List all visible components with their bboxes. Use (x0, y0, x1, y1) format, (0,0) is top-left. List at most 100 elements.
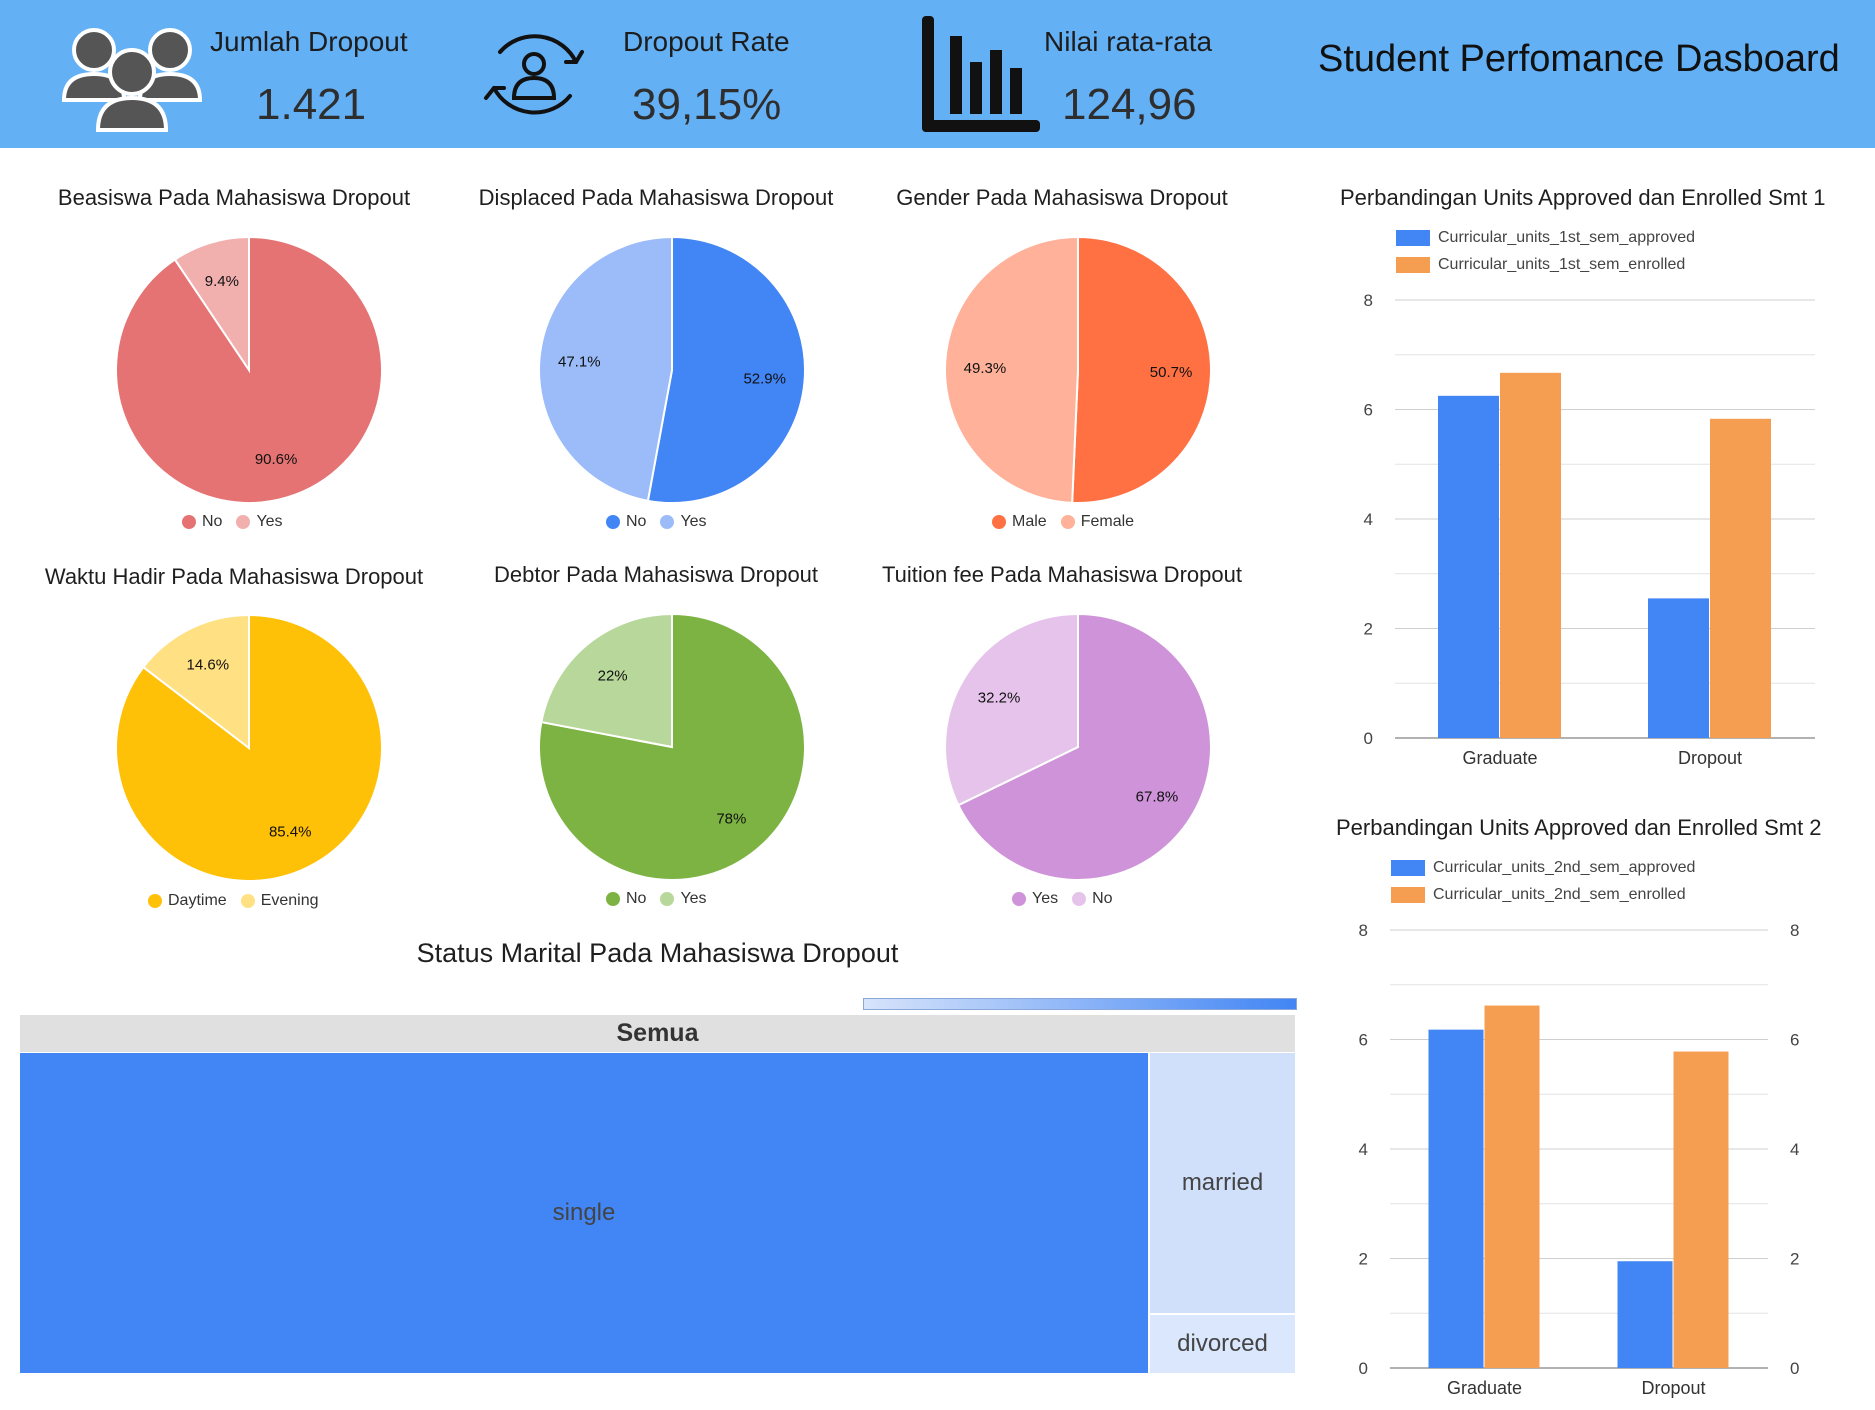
legend-item[interactable]: Yes (236, 513, 283, 531)
legend-item: Curricular_units_1st_sem_approved (1396, 224, 1695, 251)
y-right-tick-label: 6 (1790, 1031, 1799, 1050)
pie-legend: Daytime Evening (148, 892, 319, 910)
legend-item[interactable]: Yes (660, 513, 707, 531)
legend-label: Male (1012, 513, 1047, 530)
pie-legend: No Yes (182, 513, 283, 531)
pie-title: Beasiswa Pada Mahasiswa Dropout (57, 185, 411, 210)
treemap-root-header[interactable]: Semua (20, 1015, 1295, 1052)
legend-swatch (1396, 229, 1430, 246)
legend-label: No (1092, 890, 1113, 907)
bar-chart-title: Perbandingan Units Approved dan Enrolled… (1340, 185, 1826, 210)
legend-dot (1072, 892, 1087, 906)
pie-data-label: 22% (598, 667, 628, 684)
treemap-cell-single[interactable]: single (20, 1053, 1148, 1373)
bar-graduate-enrolled[interactable] (1484, 1005, 1540, 1368)
legend-item[interactable]: Yes (1012, 890, 1058, 908)
pie-chart-debtor: 78% 22% (538, 612, 806, 881)
kpi-dropout-count-label: Jumlah Dropout (210, 26, 408, 57)
y-right-tick-label: 2 (1790, 1250, 1799, 1269)
y-right-tick-label: 4 (1790, 1140, 1799, 1159)
legend-item[interactable]: Male (992, 513, 1047, 531)
bar-dropout-enrolled[interactable] (1710, 418, 1771, 738)
pie-legend: No Yes (606, 890, 707, 908)
legend-dot (606, 515, 620, 529)
people-group-icon (62, 28, 203, 132)
bar-chart-sem1: 0 2 4 6 8 Graduate Dropout (1364, 291, 1815, 768)
y-tick-label: 8 (1364, 291, 1373, 310)
legend-swatch (1391, 886, 1425, 903)
kpi-dropout-rate-value: 39,15% (632, 80, 782, 129)
legend-dot (236, 515, 251, 529)
legend-item: Curricular_units_2nd_sem_approved (1391, 854, 1695, 881)
pie-chart-displaced: 52.9% 47.1% (538, 235, 806, 504)
pie-data-label: 14.6% (187, 657, 230, 674)
pie-data-label: 85.4% (269, 823, 312, 840)
treemap-cell-label: single (552, 1199, 616, 1226)
legend-dot (148, 894, 162, 908)
dashboard-title: Student Perfomance Dasboard (1318, 38, 1840, 80)
y-tick-label: 8 (1359, 921, 1368, 940)
legend-label: Curricular_units_1st_sem_approved (1438, 228, 1696, 246)
pie-data-label: 47.1% (558, 354, 601, 371)
pie-legend: Yes No (1012, 890, 1113, 908)
legend-item[interactable]: Yes (660, 890, 707, 908)
pie-chart-beasiswa: 90.6% 9.4% (115, 235, 383, 504)
legend-dot (240, 894, 255, 908)
legend-label: Yes (1032, 890, 1059, 907)
legend-item[interactable]: No (606, 890, 646, 908)
bar-dropout-enrolled[interactable] (1673, 1051, 1729, 1368)
y-right-tick-label: 0 (1790, 1359, 1799, 1378)
legend-dot (992, 515, 1006, 529)
kpi-dropout-count-value: 1.421 (256, 80, 367, 129)
legend-label: No (202, 513, 223, 530)
treemap-cell-divorced[interactable]: divorced (1150, 1315, 1295, 1373)
pie-data-label: 9.4% (205, 273, 239, 290)
pie-data-label: 90.6% (255, 451, 298, 468)
legend-label: Yes (680, 513, 707, 530)
pie-data-label: 78% (716, 811, 746, 828)
legend-dot (182, 515, 196, 529)
legend-item[interactable]: No (182, 513, 222, 531)
bar-chart-sem2: 0 0 2 2 4 4 6 6 8 8 Graduate Dropout (1359, 921, 1800, 1398)
legend-item[interactable]: Evening (240, 892, 319, 910)
legend-dot (660, 892, 675, 906)
legend-label: No (626, 513, 647, 530)
y-tick-label: 2 (1364, 620, 1373, 639)
y-right-tick-label: 8 (1790, 921, 1799, 940)
pie-data-label: 49.3% (964, 360, 1007, 377)
x-category-label: Dropout (1641, 1378, 1705, 1398)
x-category-label: Dropout (1678, 748, 1742, 768)
legend-item[interactable]: Daytime (148, 892, 227, 910)
legend-item[interactable]: Female (1060, 513, 1135, 531)
legend-label: No (626, 890, 647, 907)
x-category-label: Graduate (1462, 748, 1537, 768)
bar-graduate-approved[interactable] (1428, 1029, 1484, 1368)
x-category-label: Graduate (1447, 1378, 1522, 1398)
person-cycle-icon (484, 34, 584, 115)
legend-dot (1012, 892, 1026, 906)
legend-item: Curricular_units_2nd_sem_enrolled (1391, 881, 1695, 908)
bar-graduate-approved[interactable] (1438, 395, 1499, 738)
y-tick-label: 4 (1359, 1140, 1368, 1159)
bar-chart-title: Perbandingan Units Approved dan Enrolled… (1336, 815, 1822, 840)
bar-dropout-approved[interactable] (1648, 598, 1709, 738)
kpi-average-score-label: Nilai rata-rata (1044, 26, 1213, 57)
legend-label: Daytime (168, 892, 227, 909)
legend-label: Yes (680, 890, 707, 907)
y-tick-label: 6 (1359, 1031, 1368, 1050)
y-tick-label: 0 (1359, 1359, 1368, 1378)
pie-chart-tuition-fee: 67.8% 32.2% (944, 612, 1212, 881)
y-tick-label: 2 (1359, 1250, 1368, 1269)
legend-dot (606, 892, 620, 906)
pie-chart-gender: 50.7% 49.3% (944, 235, 1212, 504)
legend-item[interactable]: No (1072, 890, 1113, 908)
treemap-cell-married[interactable]: married (1150, 1053, 1295, 1313)
pie-title: Displaced Pada Mahasiswa Dropout (478, 185, 834, 210)
pie-title: Tuition fee Pada Mahasiswa Dropout (882, 562, 1242, 587)
bar-graduate-enrolled[interactable] (1500, 372, 1561, 738)
legend-item[interactable]: No (606, 513, 646, 531)
legend-label: Curricular_units_1st_sem_enrolled (1438, 255, 1686, 273)
treemap-title: Status Marital Pada Mahasiswa Dropout (416, 938, 899, 968)
legend-label: Female (1080, 513, 1135, 530)
bar-dropout-approved[interactable] (1617, 1261, 1673, 1368)
